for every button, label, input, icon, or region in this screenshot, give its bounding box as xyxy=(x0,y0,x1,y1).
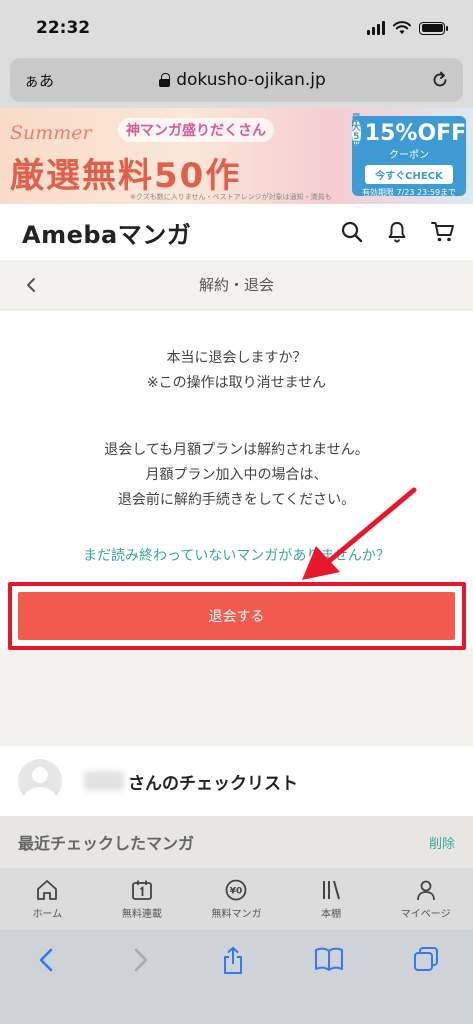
wifi-icon xyxy=(393,21,411,34)
ameba-manga-logo[interactable]: Amebaマンガ xyxy=(22,215,191,250)
avatar xyxy=(18,759,62,803)
browser-address-area: ぁあ dokusho-ojikan.jp xyxy=(0,56,473,108)
confirm-line-2: ※この操作は取り消せません xyxy=(146,375,327,391)
tab-label: 無料マンガ xyxy=(211,908,262,920)
tab-label: 本棚 xyxy=(321,908,342,920)
search-icon[interactable] xyxy=(341,221,363,243)
cart-icon[interactable] xyxy=(431,221,455,243)
confirm-message: 本当に退会しますか？ ※この操作は取り消せません xyxy=(0,346,473,396)
tab-free-serial[interactable]: 無料連載 xyxy=(97,879,187,920)
tab-mypage[interactable]: マイページ xyxy=(381,879,471,920)
url-domain: dokusho-ojikan.jp xyxy=(176,70,326,90)
recent-section-header: 最近チェックしたマンガ 削除 xyxy=(0,816,473,868)
chevron-left-icon xyxy=(27,278,35,292)
blurred-username xyxy=(84,771,124,791)
annotation-arrow-icon xyxy=(302,487,417,580)
reload-icon[interactable] xyxy=(431,71,449,89)
browser-back-icon[interactable] xyxy=(35,946,59,974)
address-bar[interactable]: ぁあ dokusho-ojikan.jp xyxy=(10,58,463,102)
coupon-max-badge: 最大5冊 xyxy=(351,114,361,151)
coupon-percent: 15%OFF xyxy=(364,120,467,146)
recent-title: 最近チェックしたマンガ xyxy=(18,834,195,853)
withdraw-button[interactable]: 退会する xyxy=(18,592,455,640)
confirm-line-1: 本当に退会しますか？ xyxy=(166,350,307,366)
tab-label: 無料連載 xyxy=(121,908,162,920)
browser-forward-icon[interactable] xyxy=(128,946,152,974)
free-coin-icon: ¥0 xyxy=(226,879,247,900)
promo-banner[interactable]: Summer 神マンガ盛りだくさん 厳選無料50作 ※クズも数に入りません・ベス… xyxy=(0,108,473,204)
coupon-card[interactable]: 最大5冊 15%OFF クーポン 今すぐCHECK 有効期限 7/23 23:5… xyxy=(351,114,467,197)
share-icon[interactable] xyxy=(221,946,245,976)
back-button[interactable] xyxy=(18,272,44,298)
status-time: 22:32 xyxy=(36,18,91,38)
page-subheader: 解約・退会 xyxy=(0,260,473,310)
svg-text:¥0: ¥0 xyxy=(230,886,243,896)
status-icons xyxy=(367,21,448,35)
tabs-icon[interactable] xyxy=(413,946,439,972)
signal-icon xyxy=(367,21,385,35)
person-icon xyxy=(416,880,435,900)
status-bar: 22:32 xyxy=(0,0,473,56)
battery-icon xyxy=(419,21,448,35)
coupon-expire: 有効期限 7/23 23:59まで xyxy=(361,188,457,197)
tab-free-manga[interactable]: ¥0 無料マンガ xyxy=(191,879,281,920)
tab-home[interactable]: ホーム xyxy=(2,879,92,920)
calendar-icon xyxy=(131,880,152,900)
coupon-check-button[interactable]: 今すぐCHECK xyxy=(365,165,453,184)
bookmarks-icon[interactable] xyxy=(314,946,344,972)
tab-bookshelf[interactable]: 本棚 xyxy=(286,879,376,920)
delete-link[interactable]: 削除 xyxy=(429,833,455,852)
header-actions xyxy=(341,221,455,243)
page-title: 解約・退会 xyxy=(198,276,274,294)
browser-toolbar xyxy=(0,930,473,1024)
text-size-button[interactable]: ぁあ xyxy=(24,70,54,91)
notice-line-1: 退会しても月額プランは解約されません。 xyxy=(104,442,369,458)
lock-icon xyxy=(159,73,171,87)
home-icon xyxy=(37,879,58,900)
banner-main-text: 厳選無料50作 xyxy=(10,156,242,196)
app-header: Amebaマンガ xyxy=(0,204,473,260)
bell-icon[interactable] xyxy=(387,221,407,243)
checklist-title: さんのチェックリスト xyxy=(128,773,298,794)
tab-label: ホーム xyxy=(32,908,63,920)
url-display[interactable]: dokusho-ojikan.jp xyxy=(159,70,326,90)
banner-badge: 神マンガ盛りだくさん xyxy=(118,118,274,142)
app-tab-bar: ホーム 無料連載 ¥0 無料マンガ 本棚 マイページ xyxy=(0,868,473,930)
banner-note: ※クズも数に入りません・ベストアレンジが対象は通知・満員も xyxy=(130,193,332,201)
checklist-header[interactable]: さんのチェックリスト xyxy=(0,746,473,816)
banner-summer-text: Summer xyxy=(10,122,92,144)
tab-label: マイページ xyxy=(400,908,451,920)
coupon-label: クーポン xyxy=(389,150,429,161)
bookshelf-icon xyxy=(323,880,341,899)
